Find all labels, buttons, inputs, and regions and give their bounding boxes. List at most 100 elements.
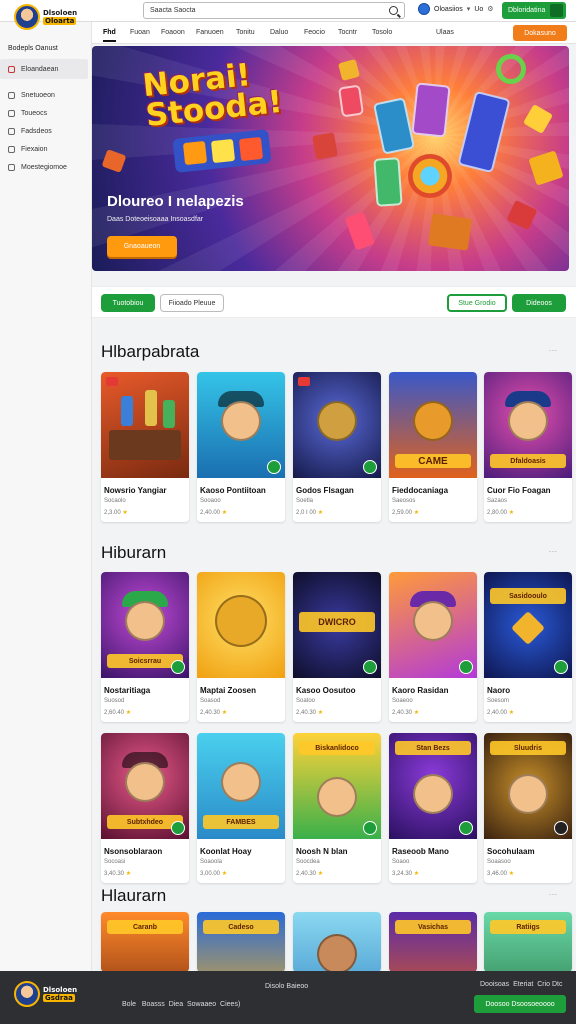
game-thumbnail: Sasidooulo [484, 572, 572, 678]
game-card[interactable]: Stan Bezs Raseoob Mano Soaoo 3,24.30 ★ [389, 733, 477, 883]
tab-9[interactable]: Ulaas [436, 29, 454, 36]
sidebar-item-0[interactable]: Eloandaean [0, 59, 88, 79]
game-card[interactable]: Maptai Zoosen Soasod 2,40.30 ★ [197, 572, 285, 722]
account-menu[interactable]: Oloasiios ▾ Uo ⚙ [418, 3, 494, 15]
mascot-logo-icon [14, 981, 40, 1007]
game-stat-value: 3,24.30 [392, 871, 413, 877]
hero-subtitle: Dloureo I nelapezis [107, 193, 244, 210]
play-badge-icon [363, 821, 377, 835]
footer-links[interactable]: Bole Boasss Diea Sowaaeo Ciees) [122, 1001, 240, 1008]
game-stat-value: 2,40.30 [200, 710, 221, 716]
game-stat-value: 3,00.00 [200, 871, 221, 877]
game-card[interactable]: Caranb [101, 912, 189, 972]
game-stat: 2,80.00 ★ [487, 509, 514, 516]
footer-logo-line2: Gsdraa [43, 994, 75, 1002]
sidebar-heading: Bodepls Oanust [8, 45, 58, 52]
game-card[interactable]: Biskanlidoco Noosh N blan Soocdea 2,40.3… [293, 733, 381, 883]
game-thumbnail [293, 912, 381, 972]
game-name: Fieddocaniaga [392, 486, 449, 495]
game-name: Noosh N blan [296, 847, 348, 856]
hero-cta-button[interactable]: Gnaoaueon [107, 236, 177, 257]
hero-title: Norai! Stooda! [141, 57, 284, 134]
character-face-icon [317, 776, 357, 817]
game-thumbnail: Dfaldoasis [484, 372, 572, 478]
game-provider: Soocdea [296, 859, 320, 865]
card-icon [373, 157, 403, 207]
game-stat-value: 2,40.00 [487, 710, 508, 716]
tab-4[interactable]: Tonitu [236, 29, 255, 36]
tab-0[interactable]: Fhd [103, 29, 116, 42]
search-input[interactable]: Saacta Saocta [143, 2, 405, 19]
game-card[interactable]: DWICRO Kasoo Oosutoo Soatoo 2,40.30 ★ [293, 572, 381, 722]
game-card[interactable]: Sluudris Socohulaam Soaasoo 3,46.00 ★ [484, 733, 572, 883]
character-face-icon [413, 774, 453, 815]
sidebar-item-5[interactable]: Moestegiomoe [0, 157, 88, 177]
footer-logo-line1: Dlsoloen [43, 986, 78, 994]
sidebar-item-2[interactable]: Toueocs [0, 103, 88, 123]
section-more-link[interactable]: ... [549, 346, 558, 353]
game-card[interactable]: Vasichas [389, 912, 477, 972]
filter-button-4[interactable]: Dideoos [512, 294, 566, 312]
header-deposit-button[interactable]: Dbloridatina [502, 2, 566, 19]
sidebar-item-3[interactable]: Fadsdeos [0, 121, 88, 141]
game-thumbnail: Caranb [101, 912, 189, 972]
sidebar-item-label: Fadsdeos [21, 127, 52, 135]
tab-2[interactable]: Foaoon [161, 29, 185, 36]
game-card[interactable]: Sasidooulo Naoro Soesom 2,40.00 ★ [484, 572, 572, 722]
section-more-link[interactable]: ... [549, 890, 558, 897]
tab-6[interactable]: Feocio [304, 29, 325, 36]
play-badge-icon [554, 660, 568, 674]
game-banner: Dfaldoasis [490, 454, 566, 468]
game-card[interactable]: Cadeso [197, 912, 285, 972]
game-card[interactable]: FAMBES Koonlat Hoay Soaoola 3,00.00 ★ [197, 733, 285, 883]
nav-cta-button[interactable]: Dokasuno [513, 25, 567, 41]
game-card[interactable]: Subtxhdeo Nsonsoblaraon Socoasi 3,40.30 … [101, 733, 189, 883]
filter-button-1[interactable]: Tuotobiou [101, 294, 155, 312]
game-thumbnail: Sluudris [484, 733, 572, 839]
game-banner: DWICRO [299, 612, 375, 632]
game-card[interactable] [293, 912, 381, 972]
tab-8[interactable]: Tosolo [372, 29, 392, 36]
tab-5[interactable]: Daluo [270, 29, 288, 36]
logo-text: Dlsoloen Oloarta [43, 9, 77, 25]
filter-button-2[interactable]: Fiioado Pleuue [160, 294, 224, 312]
game-card[interactable]: Kaoso Pontiitoan Sooaoo 2,40.00 ★ [197, 372, 285, 522]
game-card[interactable]: Kaoro Rasidan Soaeoo 2,40.30 ★ [389, 572, 477, 722]
star-icon: ★ [221, 871, 228, 877]
game-card[interactable]: Godos Flsagan Soetla 2,0 I 00 ★ [293, 372, 381, 522]
character-face-icon [508, 774, 548, 815]
tab-1[interactable]: Fuoan [130, 29, 150, 36]
game-card[interactable]: Soicsrrau Nostaritiaga Suosod 2,60.40 ★ [101, 572, 189, 722]
character-face-icon [317, 400, 357, 441]
sidebar-item-1[interactable]: Snetuoeon [0, 85, 88, 105]
user-avatar-icon[interactable] [550, 4, 563, 17]
tab-3[interactable]: Fanuoen [196, 29, 224, 36]
logo-line1: Dlsoloen [43, 9, 78, 17]
section-more-link[interactable]: ... [549, 547, 558, 554]
game-provider: Socaolo [104, 498, 126, 504]
sidebar-item-label: Fiexaion [21, 145, 48, 153]
sidebar-item-4[interactable]: Fiexaion [0, 139, 88, 159]
settings-icon[interactable]: ⚙ [487, 5, 493, 13]
game-card[interactable]: CAME Fieddocaniaga Saeosos 2,59.00 ★ [389, 372, 477, 522]
site-logo[interactable]: Dlsoloen Oloarta [14, 2, 84, 32]
mascot-logo-icon [14, 4, 40, 30]
game-card[interactable]: Ratiigs [484, 912, 572, 972]
menu-icon [8, 91, 15, 99]
footer-logo[interactable]: Dlsoloen Gsdraa [14, 981, 77, 1007]
game-card[interactable]: Dfaldoasis Cuor Fio Foagan Sazaos 2,80.0… [484, 372, 572, 522]
filter-button-3[interactable]: Stue Grodio [447, 294, 507, 312]
game-thumbnail: Vasichas [389, 912, 477, 972]
game-thumbnail: Cadeso [197, 912, 285, 972]
game-thumbnail: Subtxhdeo [101, 733, 189, 839]
game-card[interactable]: Nowsrio Yangiar Socaolo 2,3.00 ★ [101, 372, 189, 522]
search-icon[interactable] [389, 6, 398, 15]
hero-banner[interactable]: Norai! Stooda! Dloureo I nelapezis Daas … [92, 46, 569, 271]
hot-badge-icon [106, 377, 118, 386]
bottle-icon [163, 400, 175, 428]
footer-cta-button[interactable]: Doosoo Dsoosoeoooo [474, 995, 566, 1013]
section-title: Hiburarn [101, 543, 167, 562]
game-stat: 3,00.00 ★ [200, 870, 227, 877]
tab-7[interactable]: Tocntr [338, 29, 357, 36]
language-label[interactable]: Uo [474, 6, 483, 13]
